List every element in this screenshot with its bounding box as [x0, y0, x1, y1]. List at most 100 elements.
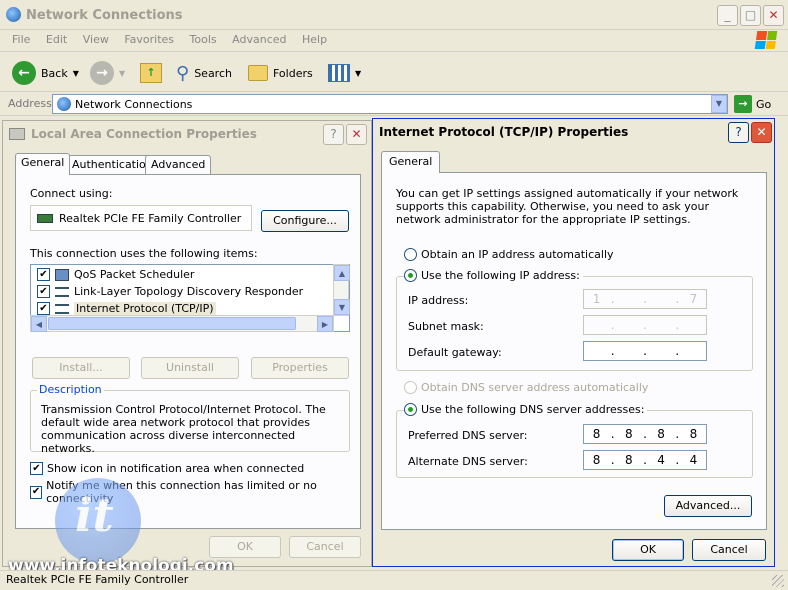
- folder-icon: [248, 65, 268, 81]
- list-item[interactable]: ✔ Link-Layer Topology Discovery Responde…: [37, 285, 303, 298]
- checkbox-qos[interactable]: ✔: [37, 268, 50, 281]
- folders-button[interactable]: Folders: [248, 60, 313, 86]
- preferred-dns-label: Preferred DNS server:: [408, 429, 528, 442]
- status-bar: Realtek PCIe FE Family Controller: [0, 570, 788, 590]
- network-globe-icon: [6, 7, 21, 22]
- explorer-title-bar: Network Connections _ □ ✕: [0, 0, 788, 30]
- properties-button[interactable]: Properties: [251, 357, 349, 379]
- item-label: Link-Layer Topology Discovery Responder: [74, 285, 304, 298]
- up-folder-button[interactable]: ↑: [140, 60, 162, 86]
- checkbox-tcpip[interactable]: ✔: [37, 302, 50, 315]
- scroll-up-icon[interactable]: ▲: [334, 265, 350, 281]
- tab-advanced[interactable]: Advanced: [145, 155, 212, 175]
- explorer-title: Network Connections: [26, 8, 183, 23]
- menu-tools[interactable]: Tools: [184, 30, 223, 49]
- close-button[interactable]: ✕: [763, 5, 784, 26]
- windows-flag-icon: [754, 31, 778, 49]
- forward-button[interactable]: → ▼: [90, 60, 125, 86]
- list-item[interactable]: ✔ QoS Packet Scheduler: [37, 268, 194, 281]
- show-icon-checkbox[interactable]: ✔: [30, 462, 43, 475]
- scroll-right-icon[interactable]: ▶: [317, 316, 333, 332]
- gateway-label: Default gateway:: [408, 346, 502, 359]
- obtain-dns-radio[interactable]: [404, 381, 417, 394]
- maximize-button[interactable]: □: [740, 5, 761, 26]
- network-protocol-icon: [55, 303, 69, 314]
- obtain-ip-radio[interactable]: [404, 248, 417, 261]
- menu-favorites[interactable]: Favorites: [118, 30, 180, 49]
- dns-octet: 8: [592, 427, 601, 441]
- adapter-field: Realtek PCIe FE Family Controller: [30, 205, 252, 231]
- show-icon-label: Show icon in notification area when conn…: [47, 462, 305, 475]
- menu-file[interactable]: File: [6, 30, 36, 49]
- default-gateway-input[interactable]: . . .: [583, 341, 707, 361]
- obtain-ip-label: Obtain an IP address automatically: [421, 248, 614, 261]
- alternate-dns-label: Alternate DNS server:: [408, 455, 528, 468]
- tcpip-close-button[interactable]: ✕: [751, 122, 772, 143]
- notify-checkbox[interactable]: ✔: [30, 485, 43, 499]
- scroll-left-icon[interactable]: ◀: [31, 316, 47, 332]
- lac-cancel-button[interactable]: Cancel: [289, 536, 361, 558]
- network-globe-icon: [57, 97, 71, 111]
- tab-general[interactable]: General: [381, 151, 441, 173]
- use-dns-radio[interactable]: [404, 403, 417, 416]
- search-button[interactable]: ⚲ Search: [176, 60, 232, 86]
- advanced-button[interactable]: Advanced...: [664, 495, 752, 517]
- obtain-dns-label: Obtain DNS server address automatically: [421, 381, 649, 394]
- lac-close-button[interactable]: ✕: [346, 124, 367, 145]
- menu-advanced[interactable]: Advanced: [226, 30, 292, 49]
- go-button[interactable]: → Go: [734, 95, 771, 113]
- back-button[interactable]: ← Back ▼: [12, 60, 79, 86]
- checkbox-lltd[interactable]: ✔: [37, 285, 50, 298]
- use-ip-radio[interactable]: [404, 269, 417, 282]
- up-folder-icon: ↑: [140, 63, 162, 83]
- ip-address-input[interactable]: 1. . . 7: [583, 289, 707, 309]
- forward-arrow-icon: →: [90, 61, 114, 85]
- tcpip-cancel-button[interactable]: Cancel: [692, 539, 766, 561]
- go-label: Go: [756, 97, 772, 111]
- preferred-dns-input[interactable]: 8. 8. 8. 8: [583, 424, 707, 444]
- item-label: Internet Protocol (TCP/IP): [74, 302, 216, 315]
- install-button[interactable]: Install...: [32, 357, 130, 379]
- description-text: Transmission Control Protocol/Internet P…: [41, 403, 326, 455]
- alternate-dns-input[interactable]: 8. 8. 4. 4: [583, 450, 707, 470]
- address-value: Network Connections: [75, 97, 193, 111]
- menu-help[interactable]: Help: [296, 30, 333, 49]
- list-vscrollbar[interactable]: ▲ ▼: [333, 264, 350, 316]
- obtain-ip-option[interactable]: Obtain an IP address automatically: [404, 248, 614, 261]
- dns-octet: 8: [625, 453, 633, 467]
- tab-general[interactable]: General: [15, 153, 71, 175]
- address-label: Address: [8, 97, 52, 110]
- uninstall-button[interactable]: Uninstall: [141, 357, 239, 379]
- description-title: Description: [37, 383, 104, 396]
- lac-help-button[interactable]: ?: [323, 124, 344, 145]
- search-label: Search: [194, 66, 232, 80]
- obtain-dns-option[interactable]: Obtain DNS server address automatically: [404, 381, 648, 394]
- watermark-logo: it: [55, 478, 141, 564]
- tcpip-ok-button[interactable]: OK: [612, 539, 684, 561]
- minimize-button[interactable]: _: [717, 5, 738, 26]
- dns-octet: 8: [592, 453, 601, 467]
- lac-ok-button[interactable]: OK: [209, 536, 281, 558]
- use-dns-option[interactable]: Use the following DNS server addresses:: [404, 403, 648, 416]
- tcpip-help-button[interactable]: ?: [728, 122, 749, 143]
- address-dropdown[interactable]: ▼: [711, 95, 727, 113]
- address-input[interactable]: Network Connections: [52, 94, 728, 114]
- lac-title: Local Area Connection Properties: [31, 127, 257, 141]
- menu-view[interactable]: View: [77, 30, 115, 49]
- views-button[interactable]: ▼: [328, 60, 361, 86]
- list-hscrollbar[interactable]: ◀ ▶: [30, 315, 334, 332]
- show-icon-option[interactable]: ✔ Show icon in notification area when co…: [30, 462, 304, 475]
- scroll-down-icon[interactable]: ▼: [334, 299, 350, 315]
- configure-button[interactable]: Configure...: [261, 210, 349, 232]
- subnet-mask-input[interactable]: . . .: [583, 315, 707, 335]
- toolbar: ← Back ▼ → ▼ ↑ ⚲ Search Folders ▼: [0, 52, 788, 92]
- address-bar: Address Network Connections ▼ → Go: [0, 92, 788, 116]
- scroll-thumb[interactable]: [48, 317, 296, 330]
- list-item[interactable]: ✔ Internet Protocol (TCP/IP): [37, 302, 216, 315]
- use-ip-option[interactable]: Use the following IP address:: [404, 269, 583, 282]
- intro-text: You can get IP settings assigned automat…: [396, 187, 739, 226]
- ip-octet: 7: [689, 292, 698, 306]
- description-group: Description Transmission Control Protoco…: [30, 383, 350, 455]
- dns-octet: 4: [657, 453, 665, 467]
- menu-edit[interactable]: Edit: [40, 30, 73, 49]
